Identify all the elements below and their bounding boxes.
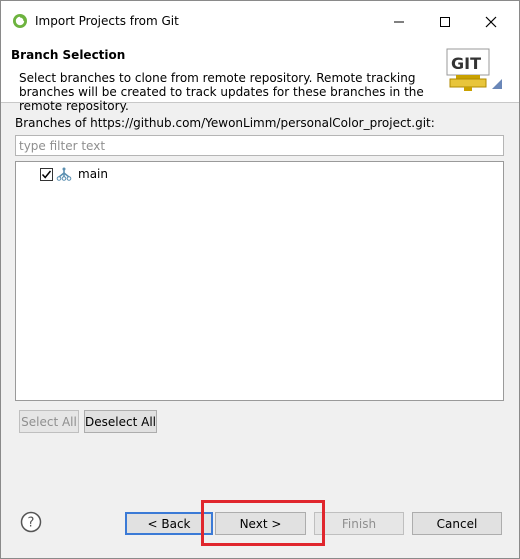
window-title: Import Projects from Git — [35, 14, 179, 28]
wizard-header: Branch Selection Select branches to clon… — [1, 41, 519, 113]
branch-filter-input[interactable] — [15, 135, 504, 156]
git-logo-text: GIT — [451, 54, 481, 73]
close-button[interactable] — [471, 9, 511, 35]
branch-list[interactable]: main — [15, 161, 504, 401]
cancel-button[interactable]: Cancel — [412, 512, 502, 535]
eclipse-spring-icon — [13, 14, 27, 28]
minimize-icon — [394, 21, 404, 23]
branches-label: Branches of https://github.com/YewonLimm… — [15, 116, 435, 130]
finish-button[interactable]: Finish — [314, 512, 404, 535]
deselect-all-button[interactable]: Deselect All — [84, 410, 157, 433]
git-wizard-logo: GIT — [446, 48, 502, 91]
maximize-button[interactable] — [425, 9, 465, 35]
title-bar: Import Projects from Git — [1, 1, 519, 41]
branch-item-main[interactable]: main — [40, 166, 108, 182]
svg-text:?: ? — [28, 516, 35, 531]
select-all-button[interactable]: Select All — [19, 410, 79, 433]
minimize-button[interactable] — [379, 9, 419, 35]
page-title: Branch Selection — [11, 48, 126, 62]
maximize-icon — [440, 17, 450, 27]
git-branch-icon — [56, 167, 72, 181]
import-wizard-dialog: Import Projects from Git Branch Selectio… — [0, 0, 520, 559]
close-icon — [485, 16, 497, 28]
branch-checkbox[interactable] — [40, 167, 53, 181]
checkmark-icon — [41, 170, 52, 179]
back-button[interactable]: < Back — [125, 512, 213, 535]
branch-label: main — [78, 167, 108, 181]
help-icon[interactable]: ? — [20, 511, 42, 533]
next-button[interactable]: Next > — [215, 512, 306, 535]
page-description: Select branches to clone from remote rep… — [19, 71, 424, 113]
